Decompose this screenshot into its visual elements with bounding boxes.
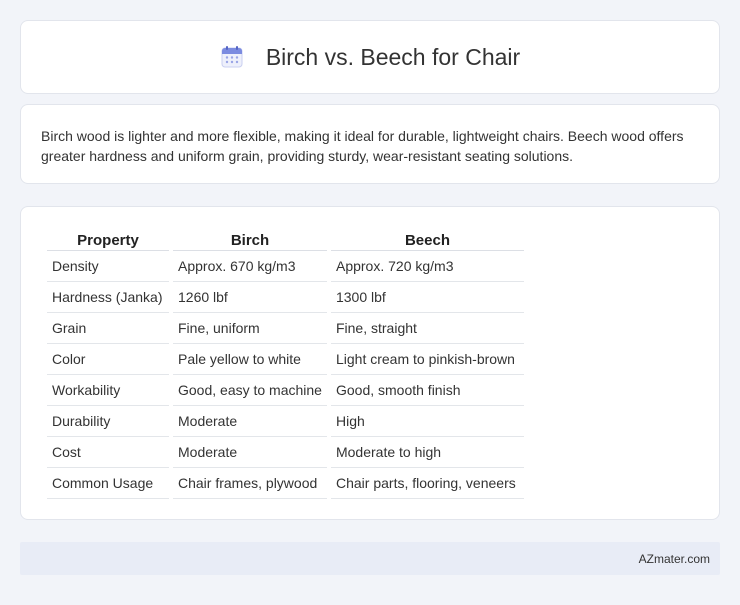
- property-cell: Hardness (Janka): [47, 282, 169, 313]
- footer-bar: AZmater.com: [20, 542, 720, 575]
- beech-cell: Fine, straight: [330, 313, 524, 344]
- property-cell: Grain: [47, 313, 169, 344]
- property-cell: Workability: [47, 375, 169, 406]
- description-card: Birch wood is lighter and more flexible,…: [20, 104, 720, 184]
- property-cell: Durability: [47, 406, 169, 437]
- table-row: Durability Moderate High: [47, 406, 524, 437]
- table-row: Workability Good, easy to machine Good, …: [47, 375, 524, 406]
- table-row: Cost Moderate Moderate to high: [47, 437, 524, 468]
- description-text: Birch wood is lighter and more flexible,…: [41, 128, 684, 164]
- beech-cell: Light cream to pinkish-brown: [330, 344, 524, 375]
- property-cell: Cost: [47, 437, 169, 468]
- birch-cell: Pale yellow to white: [173, 344, 327, 375]
- table-row: Density Approx. 670 kg/m3 Approx. 720 kg…: [47, 251, 524, 282]
- table-row: Grain Fine, uniform Fine, straight: [47, 313, 524, 344]
- birch-cell: 1260 lbf: [173, 282, 327, 313]
- header-card: Birch vs. Beech for Chair: [20, 20, 720, 94]
- table-header-row: Property Birch Beech: [47, 227, 524, 251]
- calendar-icon: [220, 45, 244, 69]
- header: Birch vs. Beech for Chair: [220, 44, 520, 71]
- property-cell: Color: [47, 344, 169, 375]
- beech-cell: Approx. 720 kg/m3: [330, 251, 524, 282]
- beech-cell: Good, smooth finish: [330, 375, 524, 406]
- beech-cell: 1300 lbf: [330, 282, 524, 313]
- table-row: Hardness (Janka) 1260 lbf 1300 lbf: [47, 282, 524, 313]
- column-header-birch: Birch: [173, 227, 327, 251]
- beech-cell: High: [330, 406, 524, 437]
- comparison-table: Property Birch Beech Density Approx. 670…: [43, 227, 528, 499]
- birch-cell: Moderate: [173, 437, 327, 468]
- beech-cell: Moderate to high: [330, 437, 524, 468]
- birch-cell: Fine, uniform: [173, 313, 327, 344]
- birch-cell: Chair frames, plywood: [173, 468, 327, 499]
- birch-cell: Approx. 670 kg/m3: [173, 251, 327, 282]
- table-row: Color Pale yellow to white Light cream t…: [47, 344, 524, 375]
- beech-cell: Chair parts, flooring, veneers: [330, 468, 524, 499]
- property-cell: Density: [47, 251, 169, 282]
- birch-cell: Moderate: [173, 406, 327, 437]
- column-header-property: Property: [47, 227, 169, 251]
- table-row: Common Usage Chair frames, plywood Chair…: [47, 468, 524, 499]
- birch-cell: Good, easy to machine: [173, 375, 327, 406]
- page-title: Birch vs. Beech for Chair: [265, 43, 521, 70]
- footer-brand-link[interactable]: AZmater.com: [639, 552, 710, 566]
- comparison-card: Property Birch Beech Density Approx. 670…: [20, 206, 720, 520]
- property-cell: Common Usage: [47, 468, 169, 499]
- column-header-beech: Beech: [330, 227, 524, 251]
